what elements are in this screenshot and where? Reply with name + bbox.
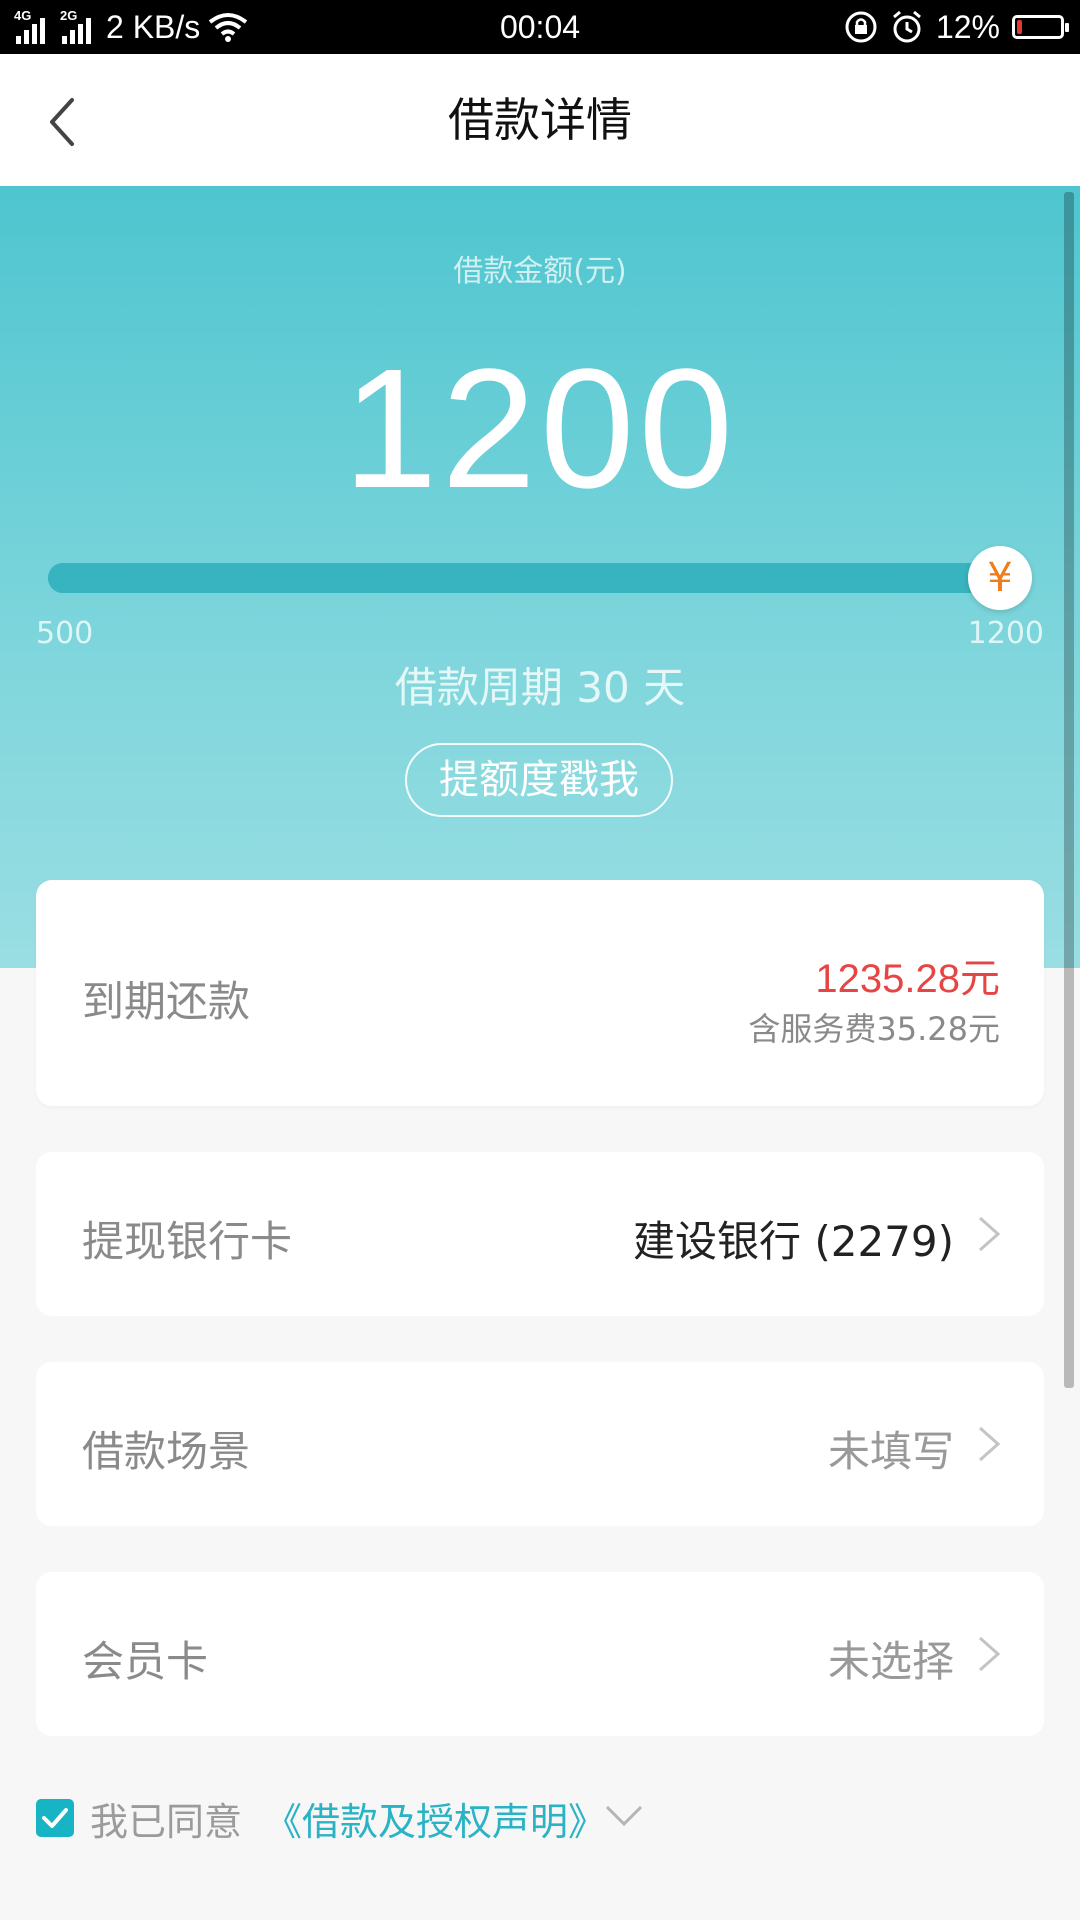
agreement-row: 我已同意 《借款及授权声明》: [36, 1796, 606, 1844]
battery-percent: 12%: [935, 8, 1000, 45]
status-bar: 4G 2G 2 KB/s 00:04 12%: [0, 0, 1080, 54]
slider-min-label: 500: [36, 616, 94, 651]
yuan-icon: ¥: [987, 555, 1013, 601]
agreement-link[interactable]: 《借款及授权声明》: [264, 1791, 606, 1846]
member-card-row[interactable]: 会员卡 未选择: [36, 1572, 1044, 1736]
amount-label: 借款金额(元): [453, 254, 627, 289]
loan-period: 借款周期 30 天: [394, 663, 686, 712]
raise-limit-button[interactable]: 提额度戳我: [405, 743, 673, 817]
bank-card-row[interactable]: 提现银行卡 建设银行 (2279): [36, 1152, 1044, 1316]
nav-bar: 借款详情: [0, 54, 1080, 186]
rotation-lock-icon: [845, 11, 877, 43]
battery-icon: [1012, 15, 1069, 39]
loan-scenario-row[interactable]: 借款场景 未填写: [36, 1362, 1044, 1526]
scrollbar[interactable]: [1064, 192, 1074, 1388]
repayment-amount: 1235.28元: [815, 957, 1000, 1001]
page-title: 借款详情: [448, 93, 632, 147]
bank-card-label: 提现银行卡: [82, 1217, 293, 1266]
loan-scenario-label: 借款场景: [82, 1427, 251, 1476]
status-right: 12%: [844, 0, 1069, 54]
amount-slider-handle[interactable]: ¥: [968, 546, 1032, 610]
alarm-icon: [892, 10, 921, 43]
member-card-label: 会员卡: [82, 1637, 209, 1686]
amount-slider-fill: [48, 563, 1008, 593]
chevron-right-icon: [979, 1216, 1001, 1252]
loan-amount: 1200: [342, 334, 738, 524]
slider-max-label: 1200: [967, 616, 1044, 651]
service-fee-note: 含服务费35.28元: [748, 1010, 1000, 1048]
bank-card-value: 建设银行 (2279): [632, 1217, 954, 1266]
chevron-down-icon[interactable]: [604, 1804, 644, 1828]
loan-scenario-value: 未填写: [827, 1427, 954, 1476]
loan-amount-panel: 借款金额(元) 1200 ¥ 500 1200 借款周期 30 天 提额度戳我: [0, 186, 1080, 968]
chevron-right-icon: [979, 1636, 1001, 1672]
battery-level: [1017, 20, 1023, 34]
amount-slider-track[interactable]: [48, 563, 1008, 593]
repayment-label: 到期还款: [82, 977, 251, 1026]
repayment-card: 到期还款 1235.28元 含服务费35.28元: [36, 880, 1044, 1106]
checkmark-icon: [42, 1808, 68, 1828]
chevron-right-icon: [979, 1426, 1001, 1462]
agreement-text: 我已同意: [90, 1799, 243, 1844]
member-card-value: 未选择: [827, 1637, 954, 1686]
agreement-checkbox[interactable]: [36, 1799, 74, 1837]
